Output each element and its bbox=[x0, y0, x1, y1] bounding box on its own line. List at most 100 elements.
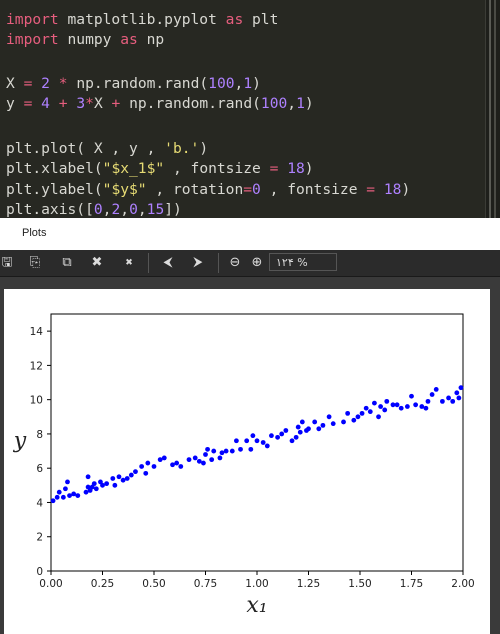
data-point bbox=[446, 395, 451, 401]
code-token: y bbox=[6, 94, 24, 112]
data-point bbox=[450, 398, 456, 404]
code-token: 18 bbox=[383, 180, 402, 198]
code-token: , fontsize bbox=[260, 180, 367, 198]
code-line: plt.plot( X , y , 'b.') bbox=[6, 139, 208, 159]
data-point bbox=[394, 402, 400, 408]
copy-icon[interactable]: ⧉ bbox=[58, 253, 76, 273]
y-tick-label: 10 bbox=[30, 395, 43, 407]
data-point bbox=[174, 460, 180, 466]
data-point bbox=[404, 404, 410, 409]
data-point bbox=[186, 457, 192, 463]
next-icon[interactable]: ⮞ bbox=[188, 253, 208, 273]
data-point bbox=[244, 438, 250, 444]
previous-icon[interactable]: ⮜ bbox=[158, 253, 178, 273]
zoom-level-field[interactable]: ۱۲۴ % bbox=[269, 253, 337, 271]
data-point bbox=[413, 402, 419, 408]
code-token: as bbox=[225, 11, 244, 28]
toolbar-separator bbox=[218, 253, 219, 273]
code-token: ) bbox=[304, 160, 314, 178]
data-point bbox=[151, 464, 157, 469]
close-all-icon[interactable]: ✖ bbox=[120, 253, 138, 273]
code-token: 18 bbox=[287, 160, 305, 178]
data-point bbox=[320, 422, 326, 428]
data-point bbox=[433, 386, 439, 392]
code-token: "$x_1$" bbox=[102, 160, 165, 178]
scroll-track bbox=[489, 0, 491, 218]
data-point bbox=[67, 493, 72, 499]
code-token: plt bbox=[243, 11, 279, 28]
data-point bbox=[112, 482, 118, 488]
data-point bbox=[316, 426, 322, 432]
data-point bbox=[219, 450, 225, 456]
zoom-in-icon[interactable]: ⊕ bbox=[248, 253, 266, 273]
data-point bbox=[128, 472, 134, 478]
code-token: 0 bbox=[129, 200, 138, 218]
data-point bbox=[458, 385, 464, 391]
data-point bbox=[429, 392, 435, 397]
editor-scrollbar[interactable] bbox=[485, 0, 500, 218]
code-token: 0 bbox=[252, 180, 261, 198]
data-point bbox=[63, 486, 68, 492]
data-point bbox=[139, 464, 145, 469]
data-point bbox=[390, 402, 396, 408]
data-point bbox=[211, 448, 217, 454]
data-point bbox=[65, 479, 70, 485]
data-point bbox=[98, 479, 103, 485]
data-point bbox=[295, 424, 301, 430]
code-token: np bbox=[137, 31, 165, 49]
code-line: plt.xlabel("$x_1$" , fontsize = 18) bbox=[6, 159, 314, 179]
code-token: ) bbox=[401, 180, 411, 198]
code-token: X bbox=[6, 74, 24, 92]
data-point bbox=[209, 457, 215, 463]
code-token: , fontsize bbox=[164, 160, 270, 178]
data-point bbox=[409, 393, 414, 399]
data-point bbox=[124, 476, 130, 481]
data-point bbox=[143, 470, 149, 476]
code-token: ) bbox=[304, 94, 314, 112]
data-point bbox=[279, 431, 285, 437]
figure-canvas: 0.00 0.25 0.50 0.75 1.00 1.25 1.50 1.75 2.00 0 2 4 6… bbox=[4, 289, 490, 634]
data-point bbox=[54, 494, 60, 500]
data-point bbox=[376, 414, 381, 420]
code-line: y = 4 + 3*X + np.random.rand(100,1) bbox=[6, 94, 314, 114]
code-token: X bbox=[93, 94, 112, 112]
code-token: plt.plot( X , y , bbox=[6, 140, 165, 158]
y-tick-label: 12 bbox=[30, 360, 43, 372]
zoom-out-icon[interactable]: ⊖ bbox=[226, 253, 244, 273]
code-token: = bbox=[243, 180, 253, 198]
data-point bbox=[419, 404, 425, 409]
code-token: 3 bbox=[76, 94, 86, 112]
code-token: , bbox=[234, 74, 244, 92]
data-point bbox=[299, 419, 305, 425]
save-all-icon[interactable]: ⎘ bbox=[26, 253, 44, 273]
data-point bbox=[293, 434, 299, 440]
data-point bbox=[304, 428, 309, 433]
code-editor[interactable]: import matplotlib.pyplot as plt import nu… bbox=[0, 0, 500, 218]
x-tick-label: 2.00 bbox=[451, 578, 474, 590]
data-point bbox=[351, 417, 357, 423]
data-point bbox=[196, 458, 202, 464]
code-line: plt.ylabel("$y$" , rotation=0 , fontsize… bbox=[6, 180, 410, 200]
data-point bbox=[382, 407, 388, 413]
data-point bbox=[363, 405, 369, 411]
data-point bbox=[254, 438, 260, 444]
plots-pane-header: Plots bbox=[0, 218, 500, 250]
save-icon[interactable]: 🖫 bbox=[0, 253, 14, 273]
scatter-chart: 0.00 0.25 0.50 0.75 1.00 1.25 1.50 1.75 2.00 0 2 4 6… bbox=[13, 313, 475, 618]
toolbar-separator bbox=[148, 253, 149, 273]
code-token: import bbox=[6, 31, 59, 49]
close-icon[interactable]: ✖ bbox=[88, 253, 106, 273]
code-line: plt.axis([0,2,0,15]) bbox=[6, 200, 182, 220]
data-point bbox=[248, 446, 254, 452]
plots-toolbar: 🖫 ⎘ ⧉ ✖ ✖ ⮜ ⮞ ⊖ ⊕ ۱۲۴ % bbox=[0, 250, 500, 277]
y-tick-label: 8 bbox=[36, 429, 43, 441]
data-point bbox=[250, 433, 256, 439]
y-tick-label: 6 bbox=[36, 463, 43, 475]
code-token: = bbox=[366, 180, 376, 198]
code-token: , rotation bbox=[146, 180, 244, 198]
x-tick-label: 0.00 bbox=[39, 578, 62, 590]
data-point bbox=[133, 469, 138, 475]
code-token: np.random.rand( bbox=[120, 94, 261, 112]
code-token: plt.ylabel( bbox=[6, 180, 103, 198]
